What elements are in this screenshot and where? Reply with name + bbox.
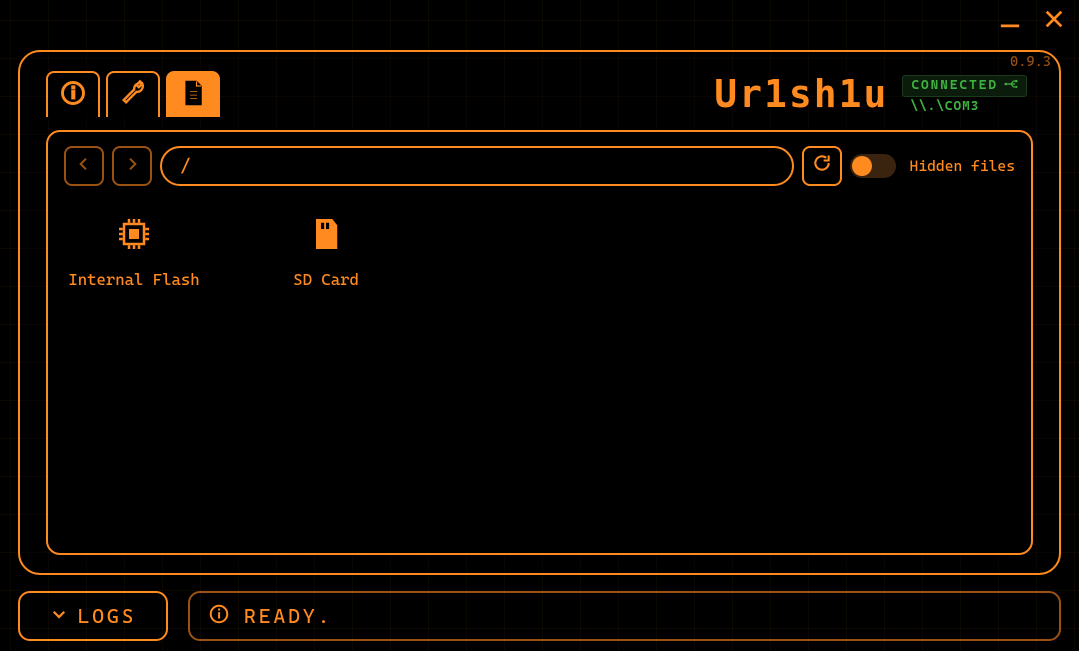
nav-forward-button[interactable] <box>112 146 152 186</box>
chevron-right-icon <box>124 155 140 178</box>
file-browser-panel: Hidden files Internal Flash SD Card <box>46 130 1033 555</box>
wrench-icon <box>119 79 147 111</box>
minimize-button[interactable] <box>997 8 1023 30</box>
drive-internal-flash[interactable]: Internal Flash <box>64 214 204 289</box>
close-button[interactable] <box>1041 8 1067 30</box>
path-input[interactable] <box>160 146 794 186</box>
main-panel: Ur1sh1u CONNECTED \\.\COM3 <box>18 50 1061 575</box>
version-label: 0.9.3 <box>1010 54 1051 70</box>
app-logo: Ur1sh1u <box>714 72 888 116</box>
drive-label: Internal Flash <box>68 270 199 289</box>
chevron-down-icon <box>50 604 68 628</box>
tab-tools[interactable] <box>106 71 160 117</box>
drive-sd-card[interactable]: SD Card <box>256 214 396 289</box>
connection-port: \\.\COM3 <box>902 99 1027 114</box>
chevron-left-icon <box>76 155 92 178</box>
tab-files[interactable] <box>166 71 220 117</box>
logs-label: LOGS <box>78 604 137 628</box>
nav-back-button[interactable] <box>64 146 104 186</box>
hidden-files-label: Hidden files <box>910 157 1015 175</box>
sd-card-icon <box>306 214 346 258</box>
file-icon <box>179 79 207 111</box>
refresh-icon <box>812 153 832 179</box>
hidden-files-toggle[interactable] <box>850 154 896 178</box>
tab-info[interactable] <box>46 71 100 117</box>
refresh-button[interactable] <box>802 146 842 186</box>
drive-label: SD Card <box>293 270 359 289</box>
info-icon <box>208 603 230 630</box>
usb-icon <box>1004 78 1018 94</box>
connection-status-label: CONNECTED <box>911 78 998 93</box>
status-text: READY. <box>244 604 332 628</box>
status-bar: READY. <box>188 591 1061 641</box>
cpu-icon <box>114 214 154 258</box>
logs-button[interactable]: LOGS <box>18 591 168 641</box>
info-icon <box>59 79 87 111</box>
connection-status: CONNECTED <box>902 75 1027 97</box>
